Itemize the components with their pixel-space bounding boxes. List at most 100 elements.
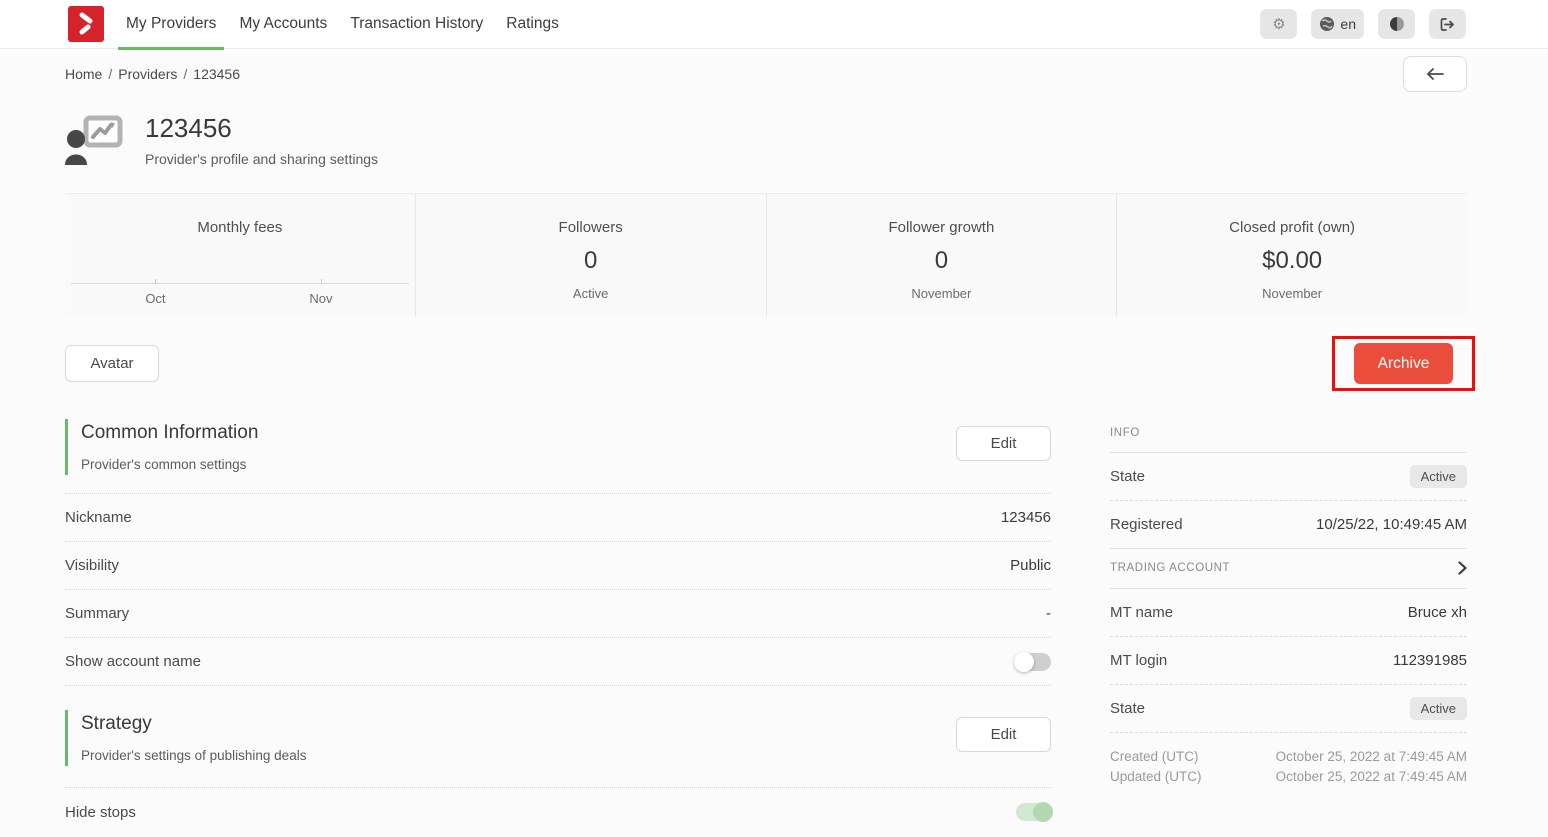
- row-registered: Registered 10/25/22, 10:49:45 AM: [1110, 501, 1467, 549]
- breadcrumb-separator: /: [108, 66, 112, 82]
- info-section-header: INFO: [1110, 419, 1467, 453]
- logo-icon: [73, 11, 99, 37]
- nav-ratings[interactable]: Ratings: [498, 0, 567, 49]
- stat-title: Closed profit (own): [1229, 219, 1355, 236]
- stat-caption: Active: [573, 286, 608, 301]
- back-button[interactable]: [1403, 56, 1467, 92]
- trading-account-header-label: TRADING ACCOUNT: [1110, 562, 1230, 574]
- strategy-section-header: Strategy Provider's settings of publishi…: [65, 710, 1051, 766]
- stat-value: 0: [584, 247, 597, 275]
- language-label: en: [1340, 16, 1356, 32]
- show-account-name-toggle[interactable]: [1016, 653, 1051, 671]
- chevron-right-icon[interactable]: [1458, 561, 1467, 575]
- section-title: Strategy: [81, 713, 306, 735]
- row-label: Visibility: [65, 557, 119, 574]
- stat-title: Followers: [559, 219, 623, 236]
- logout-button[interactable]: [1429, 9, 1466, 39]
- axis-tick-label: Oct: [145, 291, 165, 306]
- actions-row: Avatar Archive: [65, 336, 1475, 391]
- toggle-knob: [1014, 652, 1034, 672]
- page-header: 123456 Provider's profile and sharing se…: [65, 113, 1467, 167]
- monthly-fees-chart: Oct Nov: [71, 283, 409, 284]
- breadcrumb: Home / Providers / 123456: [65, 56, 240, 82]
- row-updated-utc: Updated (UTC) October 25, 2022 at 7:49:4…: [1110, 767, 1467, 787]
- meta-value: October 25, 2022 at 7:49:45 AM: [1276, 747, 1467, 767]
- stat-title: Follower growth: [888, 219, 994, 236]
- stat-followers: Followers 0 Active: [416, 194, 767, 317]
- stat-value: 0: [935, 247, 948, 275]
- row-label: State: [1110, 468, 1145, 485]
- row-nickname: Nickname 123456: [65, 494, 1051, 542]
- settings-button[interactable]: ⚙: [1260, 9, 1297, 39]
- hide-stops-toggle[interactable]: [1016, 803, 1051, 821]
- row-label: MT login: [1110, 652, 1167, 669]
- arrow-left-icon: [1425, 67, 1445, 81]
- main-nav: My Providers My Accounts Transaction His…: [118, 0, 574, 49]
- breadcrumb-providers[interactable]: Providers: [118, 66, 177, 82]
- section-title-block: Strategy Provider's settings of publishi…: [65, 710, 306, 766]
- row-state: State Active: [1110, 453, 1467, 501]
- row-label: State: [1110, 700, 1145, 717]
- row-value: Bruce xh: [1408, 604, 1467, 621]
- language-button[interactable]: en: [1311, 9, 1364, 39]
- section-subtitle: Provider's common settings: [81, 457, 258, 472]
- nav-my-providers[interactable]: My Providers: [118, 0, 224, 49]
- trading-account-section-header[interactable]: TRADING ACCOUNT: [1110, 549, 1467, 589]
- section-title-block: Common Information Provider's common set…: [65, 419, 258, 475]
- axis-tick: [155, 279, 156, 284]
- breadcrumb-home[interactable]: Home: [65, 66, 102, 82]
- toggle-knob: [1033, 802, 1053, 822]
- page-subtitle: Provider's profile and sharing settings: [145, 151, 378, 167]
- meta-value: October 25, 2022 at 7:49:45 AM: [1276, 767, 1467, 787]
- row-label: Show account name: [65, 653, 201, 670]
- row-label: Nickname: [65, 509, 132, 526]
- app-logo[interactable]: [68, 6, 104, 42]
- breadcrumb-separator: /: [183, 66, 187, 82]
- gear-icon: ⚙: [1272, 17, 1285, 32]
- meta-label: Created (UTC): [1110, 747, 1199, 767]
- breadcrumb-current: 123456: [193, 66, 240, 82]
- common-information-rows: Nickname 123456 Visibility Public Summar…: [65, 493, 1051, 686]
- state-badge: Active: [1410, 697, 1467, 720]
- stats-row: Monthly fees Oct Nov Followers 0 Active …: [65, 193, 1467, 317]
- breadcrumb-row: Home / Providers / 123456: [65, 56, 1467, 92]
- row-value: 10/25/22, 10:49:45 AM: [1316, 516, 1467, 533]
- theme-contrast-button[interactable]: [1378, 9, 1415, 39]
- annotation-highlight: Archive: [1332, 336, 1475, 391]
- stat-closed-profit: Closed profit (own) $0.00 November: [1117, 194, 1467, 317]
- row-value: -: [1046, 605, 1051, 622]
- edit-strategy-button[interactable]: Edit: [956, 717, 1051, 752]
- contrast-icon: [1389, 16, 1405, 32]
- common-information-section-header: Common Information Provider's common set…: [65, 419, 1051, 475]
- axis-tick: [321, 279, 322, 284]
- main-content: Common Information Provider's common set…: [65, 419, 1467, 836]
- stat-title: Monthly fees: [197, 219, 282, 236]
- archive-button[interactable]: Archive: [1354, 343, 1453, 384]
- stat-value: $0.00: [1262, 247, 1322, 275]
- edit-common-information-button[interactable]: Edit: [956, 426, 1051, 461]
- row-value: 123456: [1001, 509, 1051, 526]
- state-badge: Active: [1410, 465, 1467, 488]
- page-header-text: 123456 Provider's profile and sharing se…: [145, 113, 378, 167]
- left-column: Common Information Provider's common set…: [65, 419, 1051, 836]
- meta-label: Updated (UTC): [1110, 767, 1202, 787]
- top-navigation-bar: My Providers My Accounts Transaction His…: [0, 0, 1548, 49]
- topbar-actions: ⚙ en: [1260, 9, 1466, 39]
- stat-follower-growth: Follower growth 0 November: [767, 194, 1118, 317]
- nav-my-accounts[interactable]: My Accounts: [231, 0, 335, 49]
- row-hide-stops: Hide stops: [65, 788, 1051, 836]
- row-label: Summary: [65, 605, 129, 622]
- row-summary: Summary -: [65, 590, 1051, 638]
- logout-icon: [1439, 17, 1456, 32]
- stat-caption: November: [1262, 286, 1322, 301]
- page-title: 123456: [145, 113, 378, 144]
- globe-icon: [1319, 16, 1335, 32]
- row-account-state: State Active: [1110, 685, 1467, 733]
- row-label: Registered: [1110, 516, 1183, 533]
- row-mt-login: MT login 112391985: [1110, 637, 1467, 685]
- chart-x-axis: Oct Nov: [71, 283, 409, 284]
- row-mt-name: MT name Bruce xh: [1110, 589, 1467, 637]
- avatar-button[interactable]: Avatar: [65, 345, 159, 382]
- stat-caption: November: [911, 286, 971, 301]
- nav-transaction-history[interactable]: Transaction History: [342, 0, 491, 49]
